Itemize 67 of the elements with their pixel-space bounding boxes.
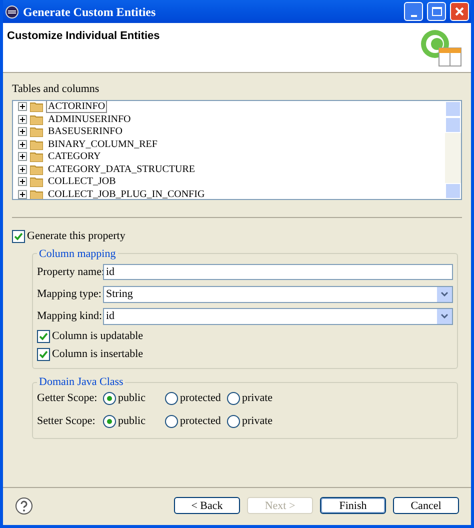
dropdown[interactable]: id — [103, 308, 453, 324]
scope-label: Getter Scope: — [37, 391, 98, 406]
scope-label: Setter Scope: — [37, 414, 96, 430]
field-label: Property name: — [37, 264, 103, 280]
radio-label: private — [242, 391, 273, 406]
dialog-button[interactable]: Cancel — [393, 497, 459, 514]
eclipse-icon — [5, 4, 19, 18]
tree-label: Tables and columns — [12, 82, 100, 97]
expand-icon[interactable] — [18, 190, 27, 198]
page-title: Customize Individual Entities — [7, 29, 160, 44]
dropdown[interactable]: String — [103, 286, 453, 302]
tree-item[interactable]: CATEGORY_DATA_STRUCTURE — [46, 162, 197, 176]
folder-icon — [30, 151, 43, 162]
expand-icon[interactable] — [18, 164, 27, 174]
dialog-button[interactable]: < Back — [174, 497, 240, 514]
tree-item[interactable]: ACTORINFO — [46, 100, 108, 114]
folder-icon — [30, 164, 43, 175]
radio-button[interactable] — [165, 392, 178, 405]
caret-icon — [441, 314, 448, 318]
text-field[interactable]: id — [103, 264, 453, 280]
expand-icon[interactable] — [18, 177, 27, 186]
tree-item[interactable]: COLLECT_JOB_PLUG_IN_CONFIG — [46, 188, 207, 198]
expand-icon[interactable] — [18, 140, 27, 149]
expand-icon[interactable] — [18, 114, 27, 124]
checkbox[interactable] — [37, 348, 50, 360]
radio-button[interactable] — [227, 415, 240, 428]
maximize-button[interactable] — [427, 2, 446, 21]
field-label: Mapping kind: — [37, 308, 103, 324]
expand-icon[interactable] — [18, 127, 27, 136]
tree-item[interactable]: COLLECT_JOB — [46, 175, 118, 188]
help-icon[interactable] — [15, 496, 33, 514]
radio-label: private — [242, 414, 273, 430]
window-title: Generate Custom Entities — [23, 4, 157, 20]
tree-item[interactable]: ADMINUSERINFO — [46, 112, 133, 126]
radio-button[interactable] — [103, 392, 116, 405]
folder-icon — [30, 188, 43, 198]
folder-icon — [30, 101, 43, 112]
close-icon — [455, 7, 464, 16]
folder-icon — [30, 114, 43, 125]
radio-button[interactable] — [165, 415, 178, 428]
checkbox-label: Column is updatable — [52, 328, 144, 344]
radio-label: public — [118, 414, 146, 430]
tree-item[interactable]: BINARY_COLUMN_REF — [46, 138, 160, 151]
scrollbar[interactable] — [445, 100, 461, 198]
radio-button[interactable] — [227, 392, 240, 405]
checkbox[interactable] — [12, 230, 25, 243]
checkbox-label: Generate this property — [27, 229, 126, 244]
minimize-button[interactable] — [404, 2, 423, 21]
close-button[interactable] — [450, 2, 469, 21]
field-label: Mapping type: — [37, 286, 102, 302]
caret-icon — [441, 292, 448, 296]
radio-button[interactable] — [103, 415, 116, 428]
expand-icon[interactable] — [18, 102, 27, 112]
folder-icon — [30, 176, 43, 188]
radio-label: public — [118, 391, 146, 406]
group-title: Column mapping — [38, 246, 117, 262]
tree-item[interactable]: BASEUSERINFO — [46, 125, 124, 138]
radio-label: protected — [180, 414, 221, 430]
expand-icon[interactable] — [18, 152, 27, 162]
checkbox-label: Column is insertable — [52, 346, 144, 362]
checkbox[interactable] — [37, 330, 50, 342]
dialog-button[interactable]: Finish — [320, 497, 386, 514]
folder-icon — [30, 126, 43, 138]
radio-label: protected — [180, 391, 221, 406]
group-title: Domain Java Class — [38, 375, 124, 390]
tree-item[interactable]: CATEGORY — [46, 150, 103, 164]
folder-icon — [30, 138, 43, 150]
